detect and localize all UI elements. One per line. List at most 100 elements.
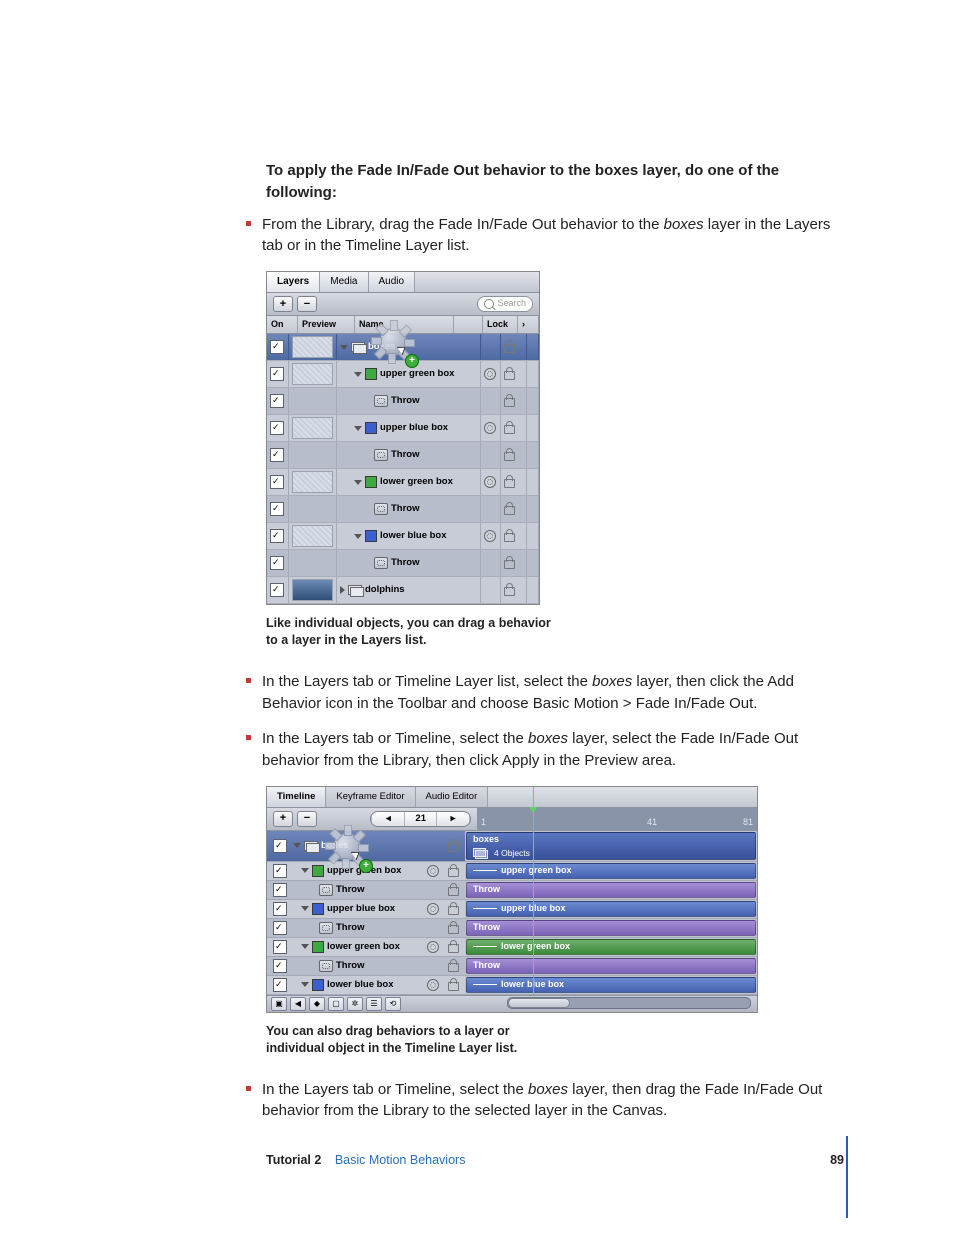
lock-icon[interactable] <box>448 925 459 934</box>
tab-timeline[interactable]: Timeline <box>267 787 326 807</box>
layer-row-upper-green[interactable]: upper green box <box>267 361 539 388</box>
lock-icon[interactable] <box>504 452 515 461</box>
behavior-row-throw-1[interactable]: Throw <box>267 388 539 415</box>
lock-icon[interactable] <box>448 906 459 915</box>
tool-icon[interactable]: ◀ <box>290 997 306 1011</box>
timeline-row-boxes[interactable]: boxes boxes4 Objects <box>267 831 757 862</box>
tool-icon[interactable]: ◆ <box>309 997 325 1011</box>
checkbox-icon[interactable] <box>270 475 284 489</box>
layer-row-lower-green[interactable]: lower green box <box>267 469 539 496</box>
search-field[interactable]: Search <box>477 296 533 312</box>
frame-counter[interactable]: ◂21▸ <box>370 811 471 827</box>
timeline-bar-boxes[interactable]: boxes4 Objects <box>466 832 756 860</box>
timeline-row-throw-1[interactable]: Throw Throw <box>267 881 757 900</box>
checkbox-icon[interactable] <box>273 921 287 935</box>
timeline-bar[interactable]: lower green box <box>466 939 756 955</box>
disclosure-icon[interactable] <box>301 906 309 911</box>
timeline-row-throw-3[interactable]: Throw Throw <box>267 957 757 976</box>
tab-keyframe-editor[interactable]: Keyframe Editor <box>326 787 415 807</box>
lock-icon[interactable] <box>448 963 459 972</box>
lock-icon[interactable] <box>504 479 515 488</box>
scrollbar-thumb[interactable] <box>508 998 570 1008</box>
timeline-bar[interactable]: Throw <box>466 958 756 974</box>
remove-button[interactable]: − <box>297 811 317 827</box>
tab-audio-editor[interactable]: Audio Editor <box>416 787 489 807</box>
prev-frame-icon[interactable]: ◂ <box>371 812 405 826</box>
timeline-bar[interactable]: Throw <box>466 882 756 898</box>
checkbox-icon[interactable] <box>273 978 287 992</box>
disclosure-icon[interactable] <box>340 586 345 594</box>
behavior-row-throw-3[interactable]: Throw <box>267 496 539 523</box>
gear-icon[interactable] <box>427 903 439 915</box>
timeline-row-ugb[interactable]: upper green box upper green box <box>267 862 757 881</box>
timeline-bar[interactable]: upper green box <box>466 863 756 879</box>
tool-icon[interactable]: ▣ <box>271 997 287 1011</box>
behavior-row-throw-2[interactable]: Throw <box>267 442 539 469</box>
disclosure-icon[interactable] <box>354 372 362 377</box>
checkbox-icon[interactable] <box>270 367 284 381</box>
timeline-row-throw-2[interactable]: Throw Throw <box>267 919 757 938</box>
lock-icon[interactable] <box>504 425 515 434</box>
checkbox-icon[interactable] <box>270 340 284 354</box>
checkbox-icon[interactable] <box>273 959 287 973</box>
timeline-bar[interactable]: upper blue box <box>466 901 756 917</box>
tool-icon[interactable]: ☰ <box>366 997 382 1011</box>
lock-icon[interactable] <box>448 843 459 852</box>
timeline-bar[interactable]: lower blue box <box>466 977 756 993</box>
lock-icon[interactable] <box>504 371 515 380</box>
tab-layers[interactable]: Layers <box>267 272 320 292</box>
checkbox-icon[interactable] <box>273 883 287 897</box>
disclosure-icon[interactable] <box>340 345 348 350</box>
add-button[interactable]: + <box>273 811 293 827</box>
timeline-row-ubb[interactable]: upper blue box upper blue box <box>267 900 757 919</box>
gear-icon[interactable] <box>484 368 496 380</box>
checkbox-icon[interactable] <box>273 839 287 853</box>
lock-icon[interactable] <box>504 506 515 515</box>
checkbox-icon[interactable] <box>273 902 287 916</box>
lock-icon[interactable] <box>448 887 459 896</box>
timeline-row-lgb[interactable]: lower green box lower green box <box>267 938 757 957</box>
gear-icon[interactable] <box>484 476 496 488</box>
remove-button[interactable]: − <box>297 296 317 312</box>
checkbox-icon[interactable] <box>270 421 284 435</box>
timeline-bar[interactable]: Throw <box>466 920 756 936</box>
lock-icon[interactable] <box>504 560 515 569</box>
checkbox-icon[interactable] <box>270 556 284 570</box>
checkbox-icon[interactable] <box>273 864 287 878</box>
next-frame-icon[interactable]: ▸ <box>436 812 470 826</box>
lock-icon[interactable] <box>504 587 515 596</box>
checkbox-icon[interactable] <box>270 394 284 408</box>
tool-icon[interactable]: ⟲ <box>385 997 401 1011</box>
time-ruler[interactable]: 1 41 81 <box>477 808 757 830</box>
lock-icon[interactable] <box>504 533 515 542</box>
layer-row-lower-blue[interactable]: lower blue box <box>267 523 539 550</box>
lock-icon[interactable] <box>504 398 515 407</box>
playhead[interactable] <box>533 787 534 994</box>
timeline-row-lbb[interactable]: lower blue box lower blue box <box>267 976 757 995</box>
horizontal-scrollbar[interactable] <box>507 997 751 1009</box>
tool-icon[interactable]: ▢ <box>328 997 344 1011</box>
disclosure-icon[interactable] <box>354 480 362 485</box>
gear-icon[interactable] <box>484 530 496 542</box>
layer-row-upper-blue[interactable]: upper blue box <box>267 415 539 442</box>
checkbox-icon[interactable] <box>270 529 284 543</box>
checkbox-icon[interactable] <box>270 502 284 516</box>
behavior-row-throw-4[interactable]: Throw <box>267 550 539 577</box>
checkbox-icon[interactable] <box>270 448 284 462</box>
tool-icon[interactable]: ✲ <box>347 997 363 1011</box>
gear-icon[interactable] <box>427 979 439 991</box>
checkbox-icon[interactable] <box>270 583 284 597</box>
gear-icon[interactable] <box>427 865 439 877</box>
tab-media[interactable]: Media <box>320 272 368 292</box>
lock-icon[interactable] <box>448 944 459 953</box>
add-button[interactable]: + <box>273 296 293 312</box>
disclosure-icon[interactable] <box>293 843 301 848</box>
disclosure-icon[interactable] <box>301 944 309 949</box>
disclosure-icon[interactable] <box>301 982 309 987</box>
lock-icon[interactable] <box>448 982 459 991</box>
lock-icon[interactable] <box>504 344 515 353</box>
lock-icon[interactable] <box>448 868 459 877</box>
disclosure-icon[interactable] <box>354 426 362 431</box>
disclosure-icon[interactable] <box>354 534 362 539</box>
layer-row-dolphins[interactable]: dolphins <box>267 577 539 604</box>
